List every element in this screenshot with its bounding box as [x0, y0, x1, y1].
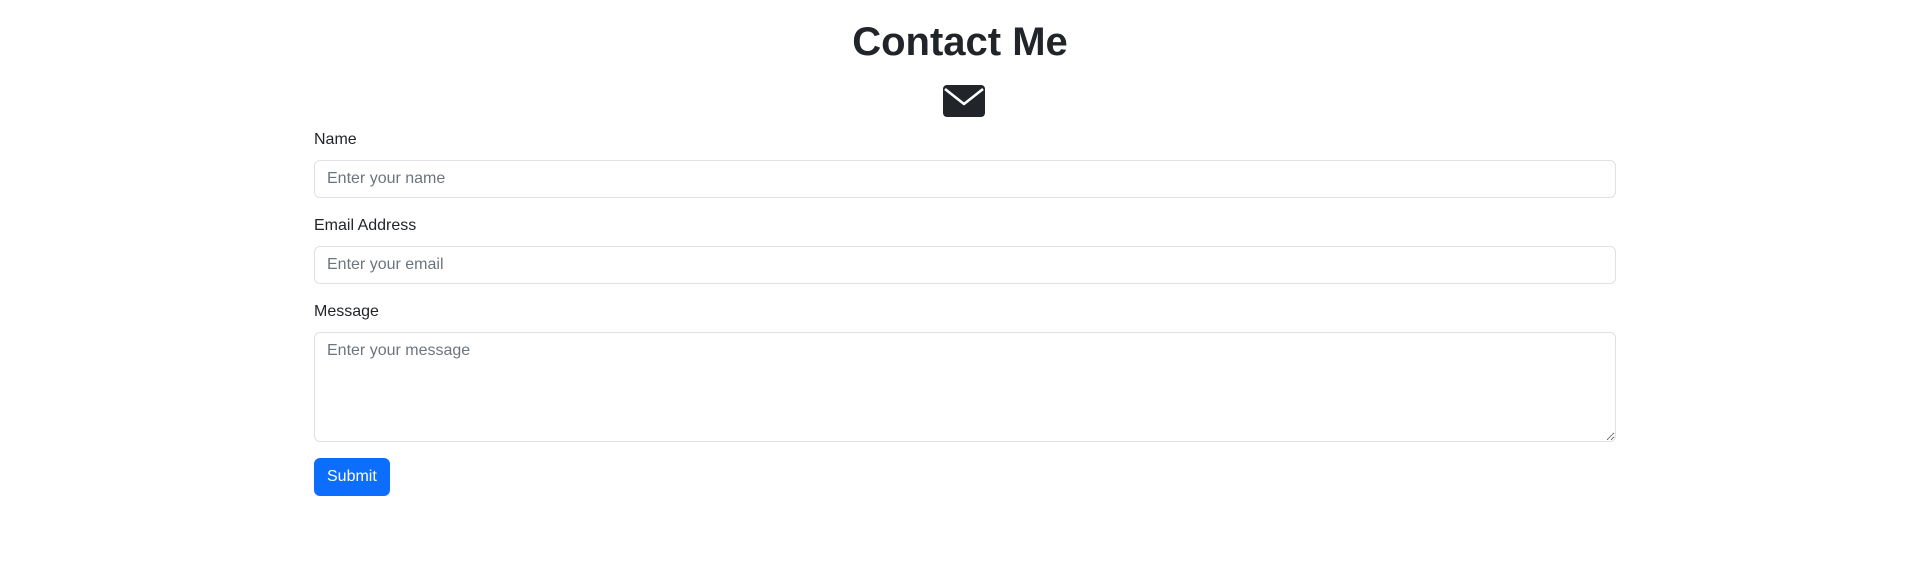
name-group: Name [314, 128, 1616, 198]
message-label: Message [314, 303, 379, 320]
message-group: Message [314, 300, 1616, 442]
email-group: Email Address [314, 214, 1616, 284]
message-textarea[interactable] [314, 332, 1616, 442]
name-label: Name [314, 131, 357, 148]
email-label: Email Address [314, 217, 417, 234]
contact-page: Contact Me Name Email Address Message Su… [0, 0, 1920, 573]
envelope-icon [943, 85, 985, 117]
name-input[interactable] [314, 160, 1616, 198]
email-input[interactable] [314, 246, 1616, 284]
submit-button[interactable]: Submit [314, 458, 390, 496]
contact-form: Name Email Address Message Submit [314, 128, 1616, 496]
page-title: Contact Me [852, 20, 1068, 64]
